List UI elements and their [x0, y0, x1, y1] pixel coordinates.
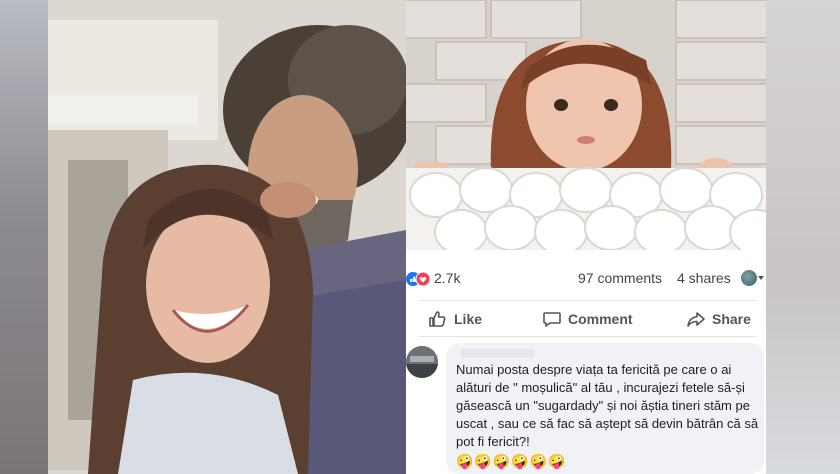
comment-icon: [543, 312, 561, 327]
share-arrow-icon: [687, 312, 705, 327]
commenter-avatar[interactable]: [406, 346, 438, 378]
like-button-label: Like: [454, 311, 483, 327]
share-button-label: Share: [712, 311, 751, 327]
shares-count[interactable]: 4 shares: [677, 270, 731, 286]
avatar-image: [406, 346, 438, 378]
sharer-avatar[interactable]: [741, 270, 757, 286]
thumbs-up-icon: [429, 311, 446, 327]
reaction-icons[interactable]: [406, 271, 430, 287]
caret-down-icon[interactable]: [758, 276, 764, 280]
child-photo-illustration: [406, 0, 766, 250]
blurred-background-left: [0, 0, 48, 474]
facebook-post-footer: 2.7k 97 comments 4 shares Like Comment S…: [406, 250, 766, 474]
divider: [420, 336, 756, 337]
comment-bubble: Numai posta despre viața ta fericită pe …: [446, 343, 764, 474]
share-button[interactable]: Share: [686, 306, 751, 332]
child-photo: [406, 0, 766, 250]
comment-button[interactable]: Comment: [542, 306, 633, 332]
reactions-count[interactable]: 2.7k: [434, 270, 460, 286]
couple-photo: [48, 0, 406, 474]
comment-text: Numai posta despre viața ta fericită pe …: [456, 362, 759, 449]
divider: [420, 300, 756, 301]
comment-button-label: Comment: [568, 311, 633, 327]
comments-count[interactable]: 97 comments: [578, 270, 662, 286]
commenter-name-redacted[interactable]: [460, 349, 534, 358]
couple-photo-illustration: [48, 0, 406, 474]
like-button[interactable]: Like: [428, 306, 482, 332]
blurred-background-right: [766, 0, 840, 474]
comment-emoji: 🤪🤪🤪🤪🤪🤪: [456, 453, 567, 469]
